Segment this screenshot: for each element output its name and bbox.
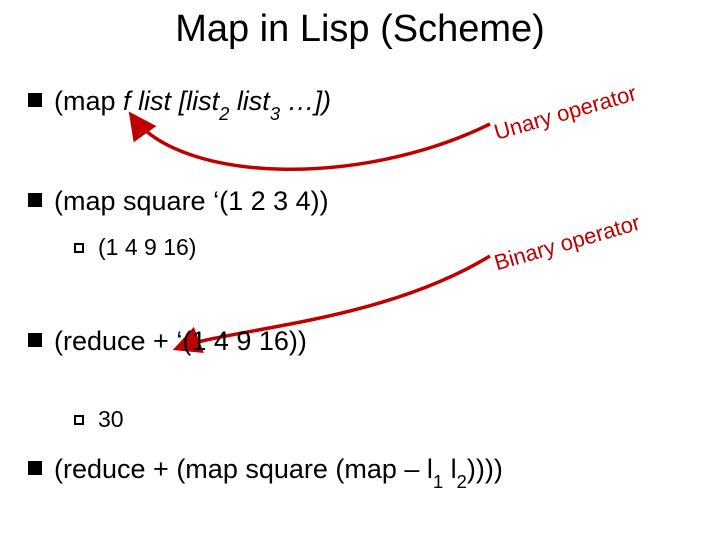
text-map-result: (1 4 9 16) bbox=[98, 234, 196, 260]
annotation-unary: Unary operator bbox=[491, 80, 639, 145]
bullet-marker-icon bbox=[28, 193, 42, 207]
text-list2: list bbox=[186, 86, 219, 116]
bullet-marker-icon bbox=[28, 461, 42, 475]
bullet-reduce-example: (reduce + ‘(1 4 9 16)) bbox=[28, 326, 307, 357]
text-f: f bbox=[123, 86, 131, 116]
text-sub3: 3 bbox=[270, 103, 280, 124]
text-reduce-result: 30 bbox=[98, 406, 124, 432]
bullet-map-result: (1 4 9 16) bbox=[74, 234, 196, 261]
text-compose-prefix: (reduce + (map square (map – l bbox=[54, 454, 433, 484]
bullet-marker-icon bbox=[28, 333, 42, 347]
text-compose-end: )))) bbox=[467, 454, 503, 484]
text-list: list bbox=[138, 86, 171, 116]
bullet-reduce-result: 30 bbox=[74, 406, 124, 433]
bullet-compose: (reduce + (map square (map – l1 l2)))) bbox=[28, 454, 503, 489]
text-sp1 bbox=[131, 86, 139, 116]
text-sp2 bbox=[229, 86, 237, 116]
text-compose-sub2: 2 bbox=[457, 471, 467, 492]
text-map-prefix: (map bbox=[54, 86, 123, 116]
text-compose-mid: l bbox=[443, 454, 457, 484]
text-map-example: (map square ‘(1 2 3 4)) bbox=[54, 186, 329, 216]
bullet-map-example: (map square ‘(1 2 3 4)) bbox=[28, 186, 329, 217]
annotation-binary: Binary operator bbox=[491, 210, 643, 276]
text-end: …]) bbox=[280, 86, 331, 116]
bullet-marker-icon bbox=[28, 93, 42, 107]
text-list3: list bbox=[237, 86, 270, 116]
subbullet-marker-icon bbox=[74, 243, 84, 253]
text-reduce-example: (reduce + ‘(1 4 9 16)) bbox=[54, 326, 307, 356]
text-sub2: 2 bbox=[219, 103, 229, 124]
slide-title: Map in Lisp (Scheme) bbox=[0, 8, 720, 51]
subbullet-marker-icon bbox=[74, 415, 84, 425]
text-bo: [ bbox=[171, 86, 186, 116]
bullet-map-signature: (map f list [list2 list3 …]) bbox=[28, 86, 331, 121]
text-compose-sub1: 1 bbox=[433, 471, 443, 492]
